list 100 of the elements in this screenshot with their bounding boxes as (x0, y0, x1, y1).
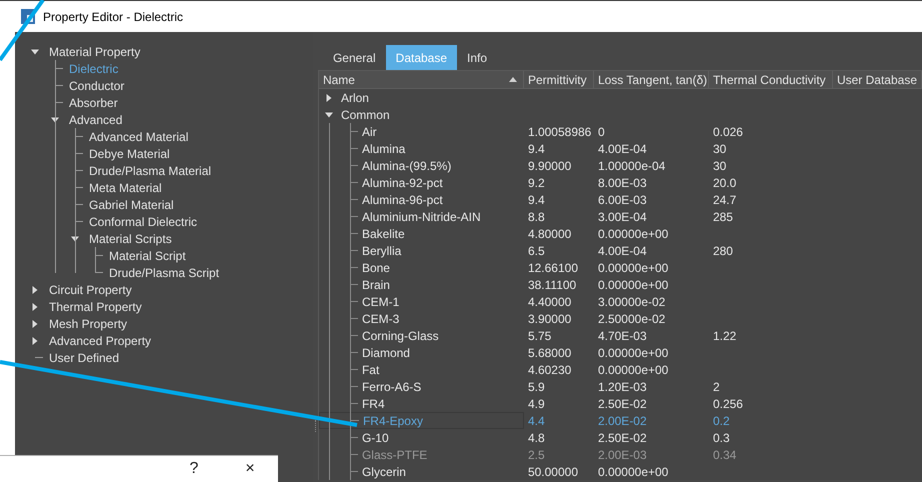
table-cell: 0.3 (712, 430, 730, 444)
table-cell: 4.00E-04 (598, 142, 647, 156)
table-cell: 0.256 (712, 396, 743, 410)
expand-right-icon[interactable] (31, 302, 39, 310)
table-cell[interactable]: Bone (362, 258, 390, 276)
tree-item[interactable]: Material Property (49, 42, 140, 60)
table-cell: 9.90000 (528, 158, 572, 172)
table-cell: 3.90000 (528, 312, 572, 326)
tree-item[interactable]: Thermal Property (49, 298, 142, 316)
table-cell: 8.8 (528, 210, 545, 224)
group-name[interactable]: Arlon (340, 88, 369, 106)
table-cell: 24.7 (712, 192, 736, 206)
table-cell: 1.00000e-04 (598, 158, 666, 172)
tree-item[interactable]: Conductor (69, 76, 124, 94)
table-cell[interactable]: Fat (362, 360, 380, 378)
table-cell: 38.11100 (528, 278, 576, 292)
table-cell: 3.00E-04 (598, 210, 647, 224)
expand-right-icon[interactable] (31, 320, 39, 328)
table-cell[interactable]: Bakelite (362, 224, 405, 242)
tree-item[interactable]: Meta Material (89, 178, 162, 196)
tree-item[interactable]: Material Scripts (89, 230, 172, 248)
tree-item[interactable]: Drude/Plasma Material (89, 162, 212, 180)
table-cell: 4.80000 (528, 226, 572, 240)
table-cell: 0.00000e+00 (598, 278, 668, 292)
table-cell: 4.40000 (528, 294, 572, 308)
expand-right-icon[interactable] (31, 336, 39, 344)
tab[interactable]: General (322, 45, 386, 70)
close-button[interactable]: × (222, 456, 278, 482)
table-cell: 4.4 (528, 414, 545, 428)
table-cell: 4.60230 (528, 362, 572, 376)
table-cell: 6.00E-03 (598, 192, 647, 206)
table-cell: 3.00000e-02 (598, 294, 666, 308)
table-cell: 0.00000e+00 (598, 346, 668, 360)
table-cell[interactable]: Beryllia (362, 242, 402, 260)
group-name[interactable]: Common (340, 106, 390, 124)
tree-item[interactable]: Mesh Property (49, 314, 128, 332)
table-cell: 2.50000e-02 (598, 312, 666, 326)
tree-item[interactable]: Gabriel Material (89, 196, 174, 214)
table-cell[interactable]: Brain (362, 276, 390, 294)
table-cell: 30 (712, 142, 726, 156)
table-cell: 12.66100 (528, 260, 578, 274)
table-cell: 285 (712, 210, 733, 224)
tree-item[interactable]: Debye Material (89, 144, 170, 162)
table-cell: 0.2 (712, 414, 730, 428)
table-cell: 9.2 (528, 176, 545, 190)
expand-right-icon[interactable] (324, 94, 333, 102)
table-cell[interactable]: Diamond (362, 344, 410, 362)
table-cell: 0 (598, 124, 605, 138)
table-cell: 9.4 (528, 192, 545, 206)
expand-down-icon[interactable] (31, 48, 39, 56)
tab[interactable]: Info (457, 45, 498, 70)
table-cell: 0.34 (712, 448, 736, 462)
table-cell[interactable]: CEM-1 (362, 292, 400, 310)
table-cell[interactable]: G-10 (362, 428, 389, 446)
tree-item[interactable]: Dielectric (69, 60, 118, 78)
tree-item[interactable]: User Defined (49, 348, 120, 366)
table-cell: 4.70E-03 (598, 328, 647, 342)
table-cell[interactable]: Alumina (362, 140, 406, 158)
expand-right-icon[interactable] (31, 286, 39, 294)
tree-item[interactable]: Advanced Property (49, 332, 152, 350)
table-cell: 2.00E-03 (598, 448, 647, 462)
table-cell[interactable]: Alumina-92-pct (362, 174, 443, 192)
table-cell[interactable]: Alumina-96-pct (362, 190, 443, 208)
column-title: Thermal Conductivity (712, 72, 826, 88)
table-cell[interactable]: FR4 (362, 394, 385, 412)
table-cell: 20.0 (712, 176, 736, 190)
tree-item[interactable]: Absorber (69, 94, 118, 112)
table-cell: 8.00E-03 (598, 176, 647, 190)
tree-item[interactable]: Conformal Dielectric (89, 212, 198, 230)
table-cell: 5.75 (528, 328, 552, 342)
expand-down-icon[interactable] (51, 116, 59, 124)
table-cell[interactable]: Alumina-(99.5%) (362, 156, 452, 174)
tree-item[interactable]: Material Script (109, 246, 186, 264)
tree-item[interactable]: Drude/Plasma Script (109, 264, 220, 282)
column-title: User Database (836, 72, 917, 88)
table-cell[interactable]: Ferro-A6-S (362, 378, 422, 396)
table-cell: 0.00000e+00 (598, 464, 668, 478)
table-cell: 2.50E-02 (598, 430, 647, 444)
table-cell: 9.4 (528, 142, 545, 156)
table-cell: 1.22 (712, 328, 736, 342)
table-cell: 2 (712, 380, 720, 394)
expand-down-icon[interactable] (71, 234, 79, 242)
table-cell[interactable]: Corning-Glass (362, 326, 439, 344)
tree-item[interactable]: Advanced Material (89, 128, 188, 146)
table-cell: 5.68000 (528, 346, 572, 360)
table-cell[interactable]: Air (362, 122, 377, 140)
splitter-handle[interactable] (314, 420, 316, 432)
expand-down-icon[interactable] (324, 110, 333, 118)
table-cell[interactable]: CEM-3 (362, 310, 400, 328)
tree-item[interactable]: Advanced (69, 110, 122, 128)
table-cell[interactable]: Aluminium-Nitride-AIN (362, 208, 481, 226)
column-title: Name (322, 72, 355, 88)
table-cell: 30 (712, 158, 726, 172)
help-button[interactable]: ? (166, 456, 222, 482)
table-cell: 4.9 (528, 396, 545, 410)
leader-line (0, 0, 45, 62)
tree-item[interactable]: Circuit Property (49, 280, 132, 298)
sort-ascending-icon (508, 77, 517, 82)
table-cell: 280 (712, 244, 733, 258)
table-cell[interactable]: Glycerin (362, 462, 406, 480)
